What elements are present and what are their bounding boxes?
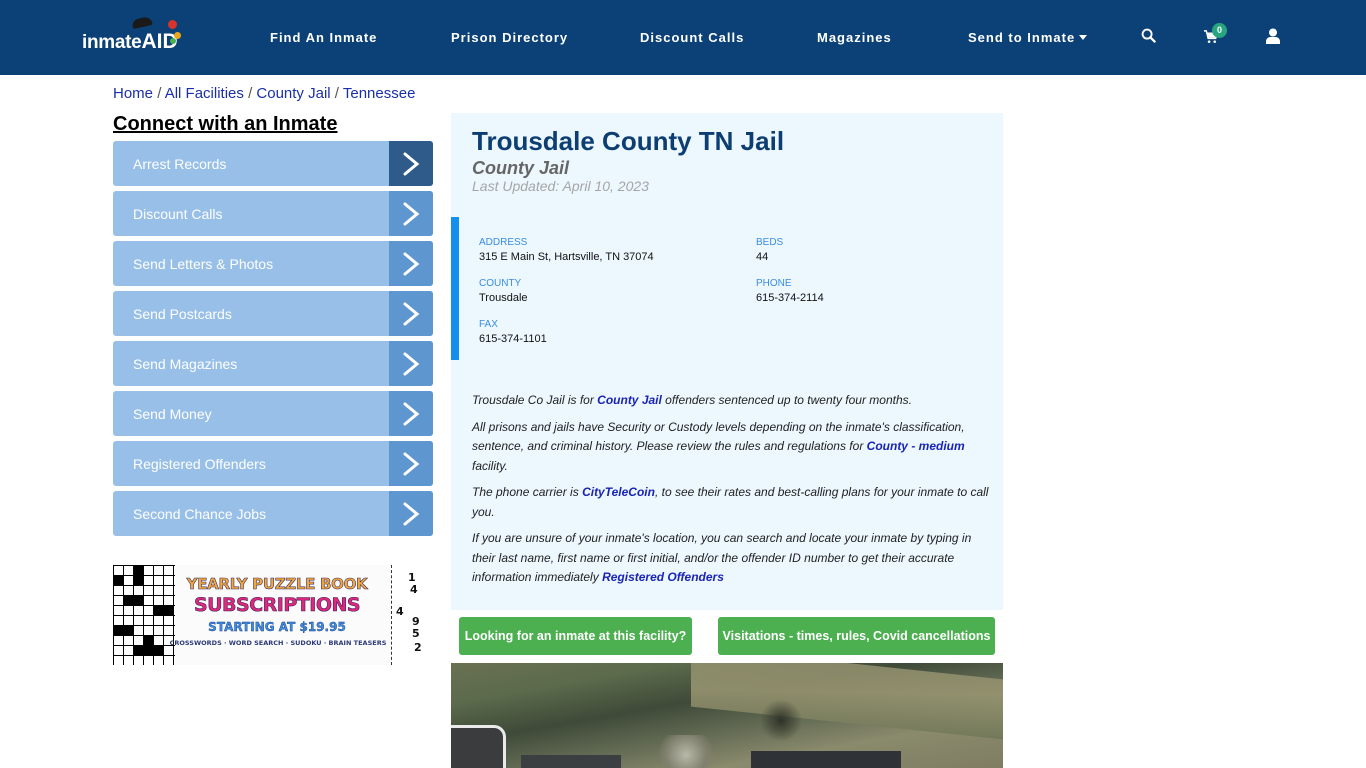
chevron-right-icon [389, 191, 433, 236]
nav-send-to-inmate-label: Send to Inmate [968, 30, 1076, 45]
breadcrumb-separator: / [334, 85, 343, 102]
county-value: Trousdale [479, 292, 528, 304]
nav-send-to-inmate[interactable]: Send to Inmate [968, 30, 1088, 45]
inmateaid-logo[interactable]: inmate AID [82, 16, 181, 54]
search-icon[interactable] [1141, 28, 1156, 48]
sidebar-item-arrest-records[interactable]: Arrest Records [113, 141, 433, 186]
sidebar-title: Connect with an Inmate [113, 113, 338, 135]
ad-subheadline: SUBSCRIPTIONS [193, 594, 361, 617]
find-inmate-at-facility-button[interactable]: Looking for an inmate at this facility? [459, 617, 692, 655]
facility-description: Trousdale Co Jail is for County Jail off… [472, 391, 992, 595]
breadcrumb: Home / All Facilities / County Jail / Te… [113, 85, 415, 102]
crossword-graphic [113, 565, 175, 665]
logo-text: inmate [82, 32, 142, 53]
logo-decoration-icon [168, 20, 177, 29]
sidebar-item-label: Send Money [133, 405, 212, 422]
nav-discount-calls[interactable]: Discount Calls [640, 30, 744, 45]
phone-value: 615-374-2114 [756, 292, 824, 304]
chevron-right-icon [389, 291, 433, 336]
breadcrumb-all-facilities[interactable]: All Facilities [165, 85, 244, 102]
address-label: ADDRESS [479, 237, 528, 248]
county-label: COUNTY [479, 278, 522, 289]
sidebar-item-label: Arrest Records [133, 155, 227, 172]
breadcrumb-separator: / [157, 85, 165, 102]
user-icon[interactable] [1266, 28, 1280, 49]
fax-value: 615-374-1101 [479, 333, 547, 345]
facility-aerial-image [451, 663, 1003, 768]
chevron-right-icon [389, 441, 433, 486]
sidebar-item-send-letters-photos[interactable]: Send Letters & Photos [113, 241, 433, 286]
sidebar-item-label: Send Letters & Photos [133, 255, 274, 272]
breadcrumb-home[interactable]: Home [113, 85, 153, 102]
chevron-right-icon [389, 341, 433, 386]
citytelecoin-link[interactable]: CityTeleCoin [582, 485, 655, 499]
breadcrumb-county-jail[interactable]: County Jail [256, 85, 330, 102]
sidebar-item-label: Registered Offenders [133, 455, 266, 472]
facility-type: County Jail [472, 158, 570, 178]
description-paragraph: Trousdale Co Jail is for County Jail off… [472, 393, 912, 407]
description-paragraph: The phone carrier is CityTeleCoin, to se… [472, 485, 989, 519]
county-medium-link[interactable]: County - medium [867, 439, 965, 453]
chevron-right-icon [389, 491, 433, 536]
nav-find-an-inmate[interactable]: Find An Inmate [270, 30, 377, 45]
sidebar-item-label: Discount Calls [133, 205, 223, 222]
breadcrumb-tennessee[interactable]: Tennessee [343, 85, 416, 102]
address-value: 315 E Main St, Hartsville, TN 37074 [479, 251, 654, 263]
sidebar-item-second-chance-jobs[interactable]: Second Chance Jobs [113, 491, 433, 536]
ad-price: STARTING AT $19.95 [208, 620, 346, 634]
beds-value: 44 [756, 251, 769, 263]
phone-label: PHONE [756, 278, 792, 289]
description-paragraph: If you are unsure of your inmate's locat… [472, 531, 972, 584]
logo-hat-icon [131, 16, 153, 29]
sidebar-item-label: Send Magazines [133, 355, 238, 372]
caret-down-icon [1079, 35, 1088, 40]
puzzle-book-ad-banner[interactable]: YEARLY PUZZLE BOOK SUBSCRIPTIONS STARTIN… [113, 565, 423, 665]
phone-field: PHONE 615-374-2114 [756, 278, 824, 304]
nav-prison-directory[interactable]: Prison Directory [451, 30, 568, 45]
chevron-right-icon [389, 141, 433, 186]
sidebar-item-label: Send Postcards [133, 305, 232, 322]
description-paragraph: All prisons and jails have Security or C… [472, 419, 965, 473]
visitation-info-button[interactable]: Visitations - times, rules, Covid cancel… [718, 617, 995, 655]
county-jail-link[interactable]: County Jail [597, 393, 662, 407]
ad-headline: YEARLY PUZZLE BOOK [186, 575, 368, 594]
registered-offenders-link[interactable]: Registered Offenders [602, 570, 724, 584]
facility-title: Trousdale County TN Jail [472, 126, 785, 156]
address-field: ADDRESS 315 E Main St, Hartsville, TN 37… [479, 237, 654, 263]
sidebar-menu: Arrest Records Discount Calls Send Lette… [113, 141, 433, 541]
ad-categories: CROSSWORDS · WORD SEARCH · SUDOKU · BRAI… [169, 639, 387, 647]
chevron-right-icon [389, 391, 433, 436]
sidebar-item-discount-calls[interactable]: Discount Calls [113, 191, 433, 236]
facility-info-box: ADDRESS 315 E Main St, Hartsville, TN 37… [451, 217, 1003, 360]
sudoku-graphic: 1 4 4 9 5 2 [391, 565, 423, 665]
top-navbar: inmate AID Find An Inmate Prison Directo… [0, 0, 1366, 75]
fax-label: FAX [479, 319, 498, 330]
sidebar-item-send-magazines[interactable]: Send Magazines [113, 341, 433, 386]
sidebar-item-send-money[interactable]: Send Money [113, 391, 433, 436]
facility-panel: Trousdale County TN Jail County Jail Las… [451, 113, 1003, 610]
sidebar-item-send-postcards[interactable]: Send Postcards [113, 291, 433, 336]
nav-magazines[interactable]: Magazines [817, 30, 892, 45]
logo-decoration-icon [170, 38, 176, 44]
chevron-right-icon [389, 241, 433, 286]
sidebar-item-registered-offenders[interactable]: Registered Offenders [113, 441, 433, 486]
cart-count-badge: 0 [1212, 23, 1227, 38]
sidebar-item-label: Second Chance Jobs [133, 505, 267, 522]
fax-field: FAX 615-374-1101 [479, 319, 547, 345]
beds-field: BEDS 44 [756, 237, 783, 263]
county-field: COUNTY Trousdale [479, 278, 528, 304]
last-updated: Last Updated: April 10, 2023 [472, 178, 649, 194]
beds-label: BEDS [756, 237, 784, 248]
